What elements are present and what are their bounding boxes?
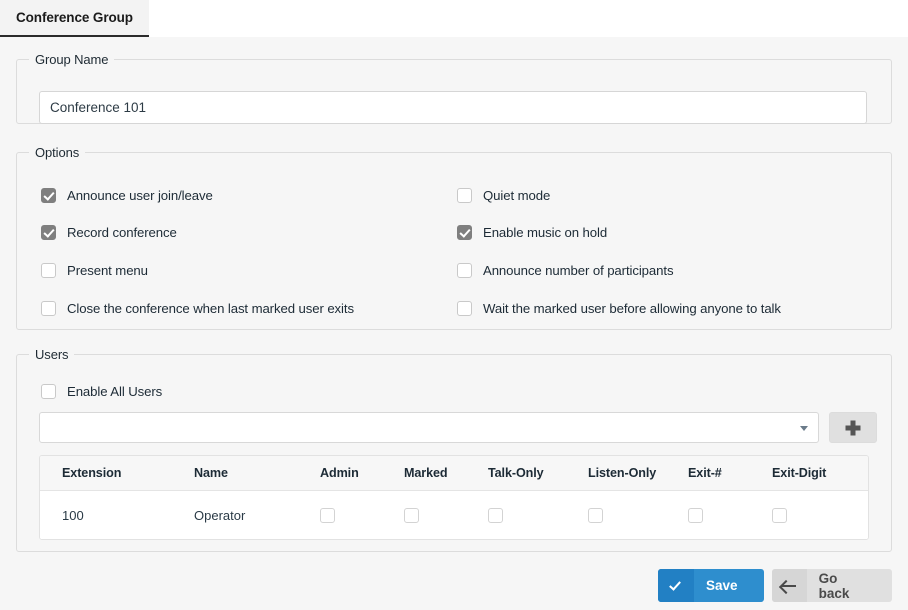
option-wait-marked-user[interactable]: Wait the marked user before allowing any… bbox=[457, 301, 781, 316]
enable-all-users-label: Enable All Users bbox=[67, 384, 163, 399]
cell-exit-digit bbox=[772, 490, 868, 539]
group-name-section: Group Name bbox=[16, 52, 892, 124]
save-button[interactable]: Save bbox=[658, 569, 764, 602]
option-record-conference[interactable]: Record conference bbox=[41, 225, 177, 240]
option-enable-all-users[interactable]: Enable All Users bbox=[41, 384, 162, 399]
users-section: Users Enable All Users Extension Name Ad… bbox=[16, 347, 892, 552]
option-label: Quiet mode bbox=[483, 188, 551, 203]
option-label: Present menu bbox=[67, 263, 148, 278]
checkbox-wait-marked-user[interactable] bbox=[457, 301, 472, 316]
option-present-menu[interactable]: Present menu bbox=[41, 263, 148, 278]
plus-icon bbox=[845, 420, 861, 435]
column-header-admin: Admin bbox=[320, 456, 404, 491]
checkbox-present-menu[interactable] bbox=[41, 263, 56, 278]
options-legend: Options bbox=[35, 145, 80, 160]
checkbox-row-admin[interactable] bbox=[320, 507, 335, 523]
add-user-row bbox=[39, 412, 877, 443]
cell-listen-only bbox=[588, 490, 688, 539]
checkbox-close-conference[interactable] bbox=[41, 301, 56, 316]
save-button-label: Save bbox=[706, 578, 738, 593]
checkbox-row-exit-hash[interactable] bbox=[688, 507, 703, 523]
checkbox-quiet-mode[interactable] bbox=[457, 188, 472, 203]
column-header-exit-hash: Exit-# bbox=[688, 456, 772, 491]
column-header-extension: Extension bbox=[40, 456, 176, 491]
tab-label: Conference Group bbox=[16, 10, 133, 25]
option-quiet-mode[interactable]: Quiet mode bbox=[457, 188, 550, 203]
checkbox-row-listen-only[interactable] bbox=[588, 507, 603, 523]
go-back-button-label: Go back bbox=[818, 570, 850, 601]
group-name-legend: Group Name bbox=[35, 52, 109, 67]
go-back-button[interactable]: Go back bbox=[772, 569, 892, 602]
options-section: Options Announce user join/leave Record … bbox=[16, 145, 892, 330]
arrow-left-icon bbox=[772, 569, 807, 602]
add-user-button[interactable] bbox=[829, 412, 877, 443]
user-select-dropdown[interactable] bbox=[39, 412, 819, 443]
cell-name: Operator bbox=[176, 490, 320, 539]
option-label: Close the conference when last marked us… bbox=[67, 301, 354, 316]
users-table-container: Extension Name Admin Marked Talk-Only Li… bbox=[39, 455, 869, 540]
checkbox-enable-music-on-hold[interactable] bbox=[457, 225, 472, 240]
checkbox-record-conference[interactable] bbox=[41, 225, 56, 240]
conference-group-page: Conference Group Group Name Options Anno… bbox=[0, 0, 908, 610]
table-row: 100 Operator bbox=[40, 490, 868, 539]
option-announce-user-join-leave[interactable]: Announce user join/leave bbox=[41, 188, 213, 203]
option-enable-music-on-hold[interactable]: Enable music on hold bbox=[457, 225, 607, 240]
cell-exit-hash bbox=[688, 490, 772, 539]
option-close-conference-last-marked-user-exits[interactable]: Close the conference when last marked us… bbox=[41, 301, 354, 316]
option-label: Record conference bbox=[67, 225, 177, 240]
column-header-exit-digit: Exit-Digit bbox=[772, 456, 868, 491]
users-table: Extension Name Admin Marked Talk-Only Li… bbox=[40, 456, 868, 539]
cell-marked bbox=[404, 490, 488, 539]
option-label: Enable music on hold bbox=[483, 225, 608, 240]
cell-talk-only bbox=[488, 490, 588, 539]
checkbox-announce-number-of-participants[interactable] bbox=[457, 263, 472, 278]
checkbox-row-marked[interactable] bbox=[404, 507, 419, 523]
option-announce-number-of-participants[interactable]: Announce number of participants bbox=[457, 263, 674, 278]
chevron-down-icon bbox=[800, 426, 808, 431]
tab-conference-group[interactable]: Conference Group bbox=[0, 0, 149, 37]
column-header-listen-only: Listen-Only bbox=[588, 456, 688, 491]
option-label: Announce number of participants bbox=[483, 263, 674, 278]
users-table-body: 100 Operator bbox=[40, 490, 868, 539]
check-icon bbox=[658, 569, 694, 602]
option-label: Wait the marked user before allowing any… bbox=[483, 301, 781, 316]
group-name-input[interactable] bbox=[39, 91, 867, 124]
column-header-name: Name bbox=[176, 456, 320, 491]
checkbox-row-exit-digit[interactable] bbox=[772, 507, 787, 523]
cell-extension: 100 bbox=[40, 490, 176, 539]
table-header-row: Extension Name Admin Marked Talk-Only Li… bbox=[40, 456, 868, 491]
cell-admin bbox=[320, 490, 404, 539]
checkbox-row-talk-only[interactable] bbox=[488, 507, 503, 523]
form-footer: Save Go back bbox=[0, 561, 908, 610]
column-header-talk-only: Talk-Only bbox=[488, 456, 588, 491]
users-legend: Users bbox=[35, 347, 69, 362]
checkbox-enable-all-users[interactable] bbox=[41, 384, 56, 399]
column-header-marked: Marked bbox=[404, 456, 488, 491]
tab-bar: Conference Group bbox=[0, 0, 908, 37]
option-label: Announce user join/leave bbox=[67, 188, 213, 203]
users-table-head: Extension Name Admin Marked Talk-Only Li… bbox=[40, 456, 868, 491]
form-body: Group Name Options Announce user join/le… bbox=[0, 37, 908, 610]
checkbox-announce-user-join-leave[interactable] bbox=[41, 188, 56, 203]
